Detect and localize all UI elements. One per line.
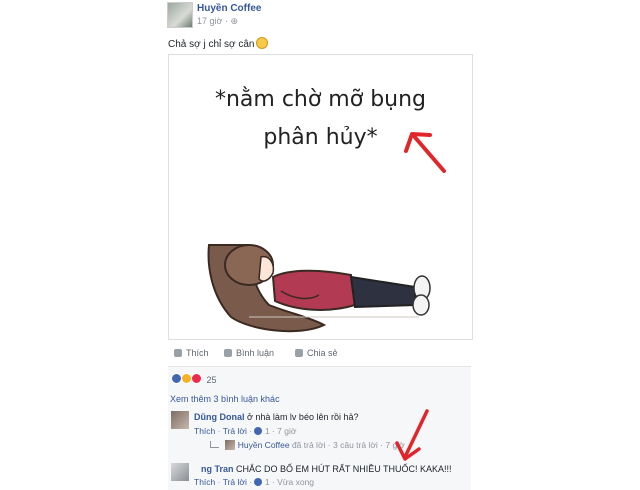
reply-arrow-icon (210, 441, 219, 448)
post-image[interactable]: *nằm chờ mỡ bụng phân hủy* (168, 54, 473, 340)
comment-reply-link[interactable]: Trả lời (223, 426, 247, 436)
reactions-summary[interactable]: 25 (171, 373, 217, 385)
post-time[interactable]: 17 giờ (197, 16, 222, 26)
replies-summary[interactable]: Huyền Coffee đã trả lời · 3 câu trả lời … (210, 440, 405, 450)
lying-girl-illustration (207, 132, 446, 333)
comment-button[interactable]: Bình luận (224, 348, 274, 358)
comments-section: 25 Xem thêm 3 bình luận khác Dũng Donal … (168, 366, 471, 490)
comment-time[interactable]: Vừa xong (277, 477, 314, 487)
comment-time[interactable]: 7 giờ (277, 426, 296, 436)
red-arrow-icon (404, 132, 446, 173)
reply-avatar (225, 440, 236, 450)
comment-like-link[interactable]: Thích (194, 426, 215, 436)
privacy-dot: · (224, 16, 228, 26)
like-count-icon (254, 427, 263, 435)
commenter-avatar[interactable] (171, 463, 189, 481)
like-count-icon (254, 478, 263, 486)
globe-icon[interactable]: ⊕ (230, 16, 238, 26)
post-caption: Chả sợ j chỉ sợ cân (168, 37, 269, 50)
share-icon (295, 349, 303, 357)
author-avatar[interactable] (167, 2, 193, 28)
view-more-comments-link[interactable]: Xem thêm 3 bình luận khác (170, 394, 280, 404)
thumbs-up-icon (174, 349, 182, 357)
red-arrow-icon (395, 409, 429, 461)
post-meta: 17 giờ · ⊕ (197, 16, 238, 27)
love-reaction-icon (191, 373, 202, 384)
commenter-avatar[interactable] (171, 411, 189, 429)
caption-text: Chả sợ j chỉ sợ cân (168, 39, 255, 50)
author-name[interactable]: Huyền Coffee (197, 3, 261, 14)
facebook-post: Huyền Coffee 17 giờ · ⊕ Chả sợ j chỉ sợ … (163, 0, 476, 490)
comment-links: Thích · Trả lời · 1 · Vừa xong (194, 477, 315, 487)
comment-links: Thích · Trả lời · 1 · 7 giờ (194, 426, 297, 436)
post-actions: Thích Bình luận Chia sẻ (168, 348, 471, 364)
commenter-name[interactable]: ng Tran (201, 464, 234, 474)
like-button[interactable]: Thích (174, 348, 209, 358)
grin-emoji-icon (256, 37, 269, 49)
comment-body: Dũng Donal ở nhà làm lv béo lên rồi hả? (194, 412, 358, 422)
comment-text: ở nhà làm lv béo lên rồi hả? (247, 412, 359, 422)
reaction-count: 25 (206, 375, 217, 385)
comment-icon (224, 349, 232, 357)
commenter-name[interactable]: Dũng Donal (194, 412, 245, 422)
comment-like-link[interactable]: Thích (194, 477, 215, 487)
share-button[interactable]: Chia sẻ (295, 348, 338, 358)
comment-reply-link[interactable]: Trả lời (223, 477, 247, 487)
